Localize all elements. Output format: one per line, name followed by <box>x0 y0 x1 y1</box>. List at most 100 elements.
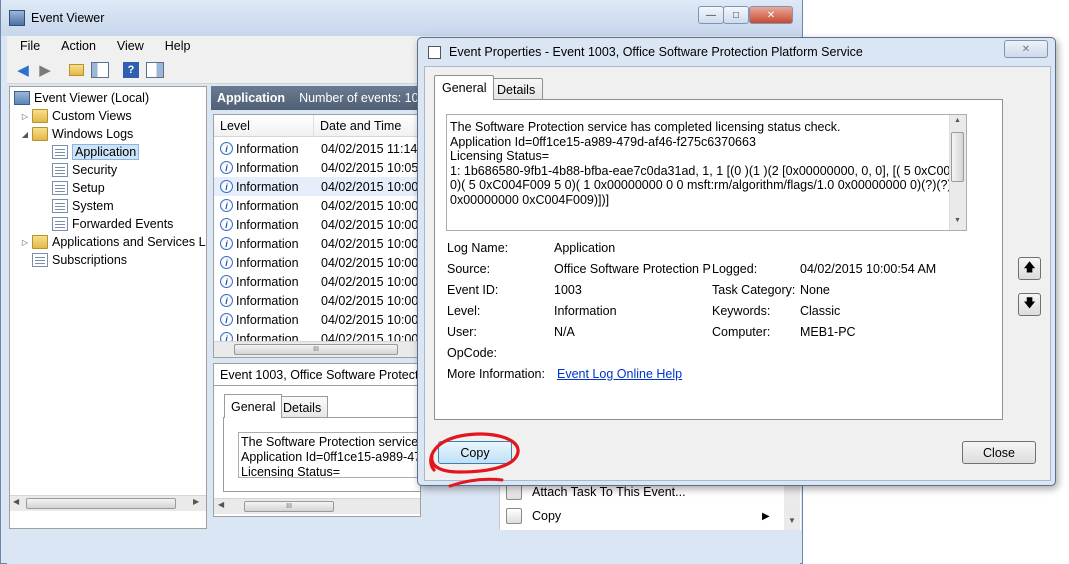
log-icon <box>52 181 68 195</box>
table-row[interactable]: i Information 04/02/2015 10:00:0 <box>214 291 420 310</box>
scroll-up-arrow-icon[interactable]: ▲ <box>954 117 961 124</box>
logged-value: 04/02/2015 10:00:54 AM <box>800 262 937 276</box>
detail-tab-details[interactable]: Details <box>276 396 329 418</box>
level-label: Level: <box>447 304 481 318</box>
menu-action[interactable]: Action <box>48 39 104 53</box>
arrow-down-icon: 🡇 <box>1023 296 1036 310</box>
table-row[interactable]: i Information 04/02/2015 10:00:5 <box>214 177 421 196</box>
up-folder-icon[interactable] <box>66 60 86 80</box>
collapse-arrow-icon[interactable]: ◢ <box>20 130 30 139</box>
row-date: 04/02/2015 10:00:0 <box>321 236 421 251</box>
scroll-thumb[interactable]: III <box>234 344 398 355</box>
more-info-label: More Information: <box>447 367 545 381</box>
event-description-box[interactable]: The Software Protection service has comp… <box>446 114 967 231</box>
scroll-right-arrow-icon[interactable]: ▶ <box>193 497 199 506</box>
description-line: 0)( 5 0xC004F009 5 0)( 1 0x00000000 0 0 … <box>450 178 967 192</box>
close-dialog-button[interactable]: Close <box>962 441 1036 464</box>
next-event-button[interactable]: 🡇 <box>1018 293 1041 316</box>
information-icon: i <box>220 313 233 326</box>
dialog-tab-general[interactable]: General <box>434 75 495 100</box>
scroll-thumb[interactable] <box>26 498 176 509</box>
forward-arrow-icon[interactable]: ▶ <box>35 60 55 80</box>
tree-item-label: Setup <box>72 181 105 195</box>
show-action-pane-icon[interactable] <box>145 60 165 80</box>
scroll-thumb[interactable] <box>951 132 964 182</box>
minimize-button[interactable]: — <box>698 6 724 24</box>
dialog-tab-details[interactable]: Details <box>489 78 544 100</box>
expand-arrow-icon[interactable]: ▷ <box>20 238 30 247</box>
detail-tab-general[interactable]: General <box>224 394 283 418</box>
event-viewer-titlebar[interactable]: Event Viewer — □ ✕ <box>1 0 802 36</box>
table-row[interactable]: i Information 04/02/2015 10:00:0 <box>214 272 420 291</box>
event-log-online-help-link[interactable]: Event Log Online Help <box>557 367 682 381</box>
show-hide-tree-icon[interactable] <box>90 60 110 80</box>
row-date: 04/02/2015 10:00:0 <box>321 255 421 270</box>
tree-item-security[interactable]: Security <box>52 161 117 179</box>
row-date: 04/02/2015 10:00:5 <box>321 179 421 194</box>
scroll-left-arrow-icon[interactable]: ◀ <box>13 497 19 506</box>
tree-item-system[interactable]: System <box>52 197 114 215</box>
event-list-horizontal-scrollbar[interactable]: III <box>214 341 420 357</box>
log-icon <box>52 217 68 231</box>
tree-item-application[interactable]: Application <box>52 143 140 161</box>
tree-item-custom-views[interactable]: ▷ Custom Views <box>20 107 132 125</box>
log-name-label: Log Name: <box>447 241 509 255</box>
scroll-down-arrow-icon[interactable]: ▼ <box>954 217 961 224</box>
action-copy[interactable]: Copy ▶ <box>500 505 780 527</box>
maximize-button[interactable]: □ <box>723 6 749 24</box>
user-value: N/A <box>554 325 575 339</box>
computer-value: MEB1-PC <box>800 325 856 339</box>
event-description: The Software Protection service has comp… <box>450 120 967 207</box>
menu-file[interactable]: File <box>7 39 48 53</box>
scroll-left-arrow-icon[interactable]: ◀ <box>218 500 224 509</box>
back-arrow-icon[interactable]: ◀ <box>13 60 33 80</box>
information-icon: i <box>220 142 233 155</box>
description-line: Licensing Status= <box>450 149 550 163</box>
help-icon[interactable]: ? <box>121 60 141 80</box>
expand-arrow-icon[interactable]: ▷ <box>20 112 30 121</box>
menu-view[interactable]: View <box>104 39 152 53</box>
table-row[interactable]: i Information 04/02/2015 10:00:5 <box>214 215 421 234</box>
table-row[interactable]: i Information 04/02/2015 10:00:5 <box>214 196 420 215</box>
scroll-down-arrow-icon[interactable]: ▼ <box>788 516 796 525</box>
menu-help[interactable]: Help <box>152 39 199 53</box>
copy-button[interactable]: Copy <box>438 441 512 464</box>
row-level: Information <box>236 179 299 194</box>
column-header-date[interactable]: Date and Time <box>314 115 420 137</box>
table-row[interactable]: i Information 04/02/2015 10:00:0 <box>214 234 421 253</box>
computer-label: Computer: <box>712 325 771 339</box>
table-row[interactable]: i Information 04/02/2015 10:00:0 <box>214 253 421 272</box>
table-row[interactable]: i Information 04/02/2015 10:05:5 <box>214 158 420 177</box>
tree-horizontal-scrollbar[interactable]: ◀ ▶ <box>10 495 206 511</box>
event-id-value: 1003 <box>554 283 582 297</box>
scroll-thumb[interactable]: III <box>244 501 334 512</box>
dialog-titlebar[interactable]: Event Properties - Event 1003, Office So… <box>418 38 1055 66</box>
tree-item-apps-services[interactable]: ▷ Applications and Services Lo <box>20 233 206 251</box>
description-vertical-scrollbar[interactable]: ▲ ▼ <box>949 115 966 230</box>
actions-vertical-scrollbar[interactable]: ▼ <box>784 480 800 530</box>
row-date: 04/02/2015 10:00:5 <box>321 217 421 232</box>
dialog-close-button[interactable]: ✕ <box>1004 40 1048 58</box>
tree-item-forwarded-events[interactable]: Forwarded Events <box>52 215 173 233</box>
column-header-level[interactable]: Level <box>214 115 314 137</box>
row-level: Information <box>236 141 299 156</box>
tree-item-setup[interactable]: Setup <box>52 179 105 197</box>
table-row[interactable]: i Information 04/02/2015 11:14:2 <box>214 139 421 158</box>
dialog-title: Event Properties - Event 1003, Office So… <box>449 45 863 59</box>
tree-item-label: Application <box>72 144 140 160</box>
row-level: Information <box>236 255 299 270</box>
row-date: 04/02/2015 11:14:2 <box>321 141 421 156</box>
dialog-icon <box>428 45 441 59</box>
event-id-label: Event ID: <box>447 283 499 297</box>
tree-item-windows-logs[interactable]: ◢ Windows Logs <box>20 125 133 143</box>
tree-item-subscriptions[interactable]: Subscriptions <box>32 251 127 269</box>
log-icon <box>52 145 68 159</box>
log-icon <box>52 199 68 213</box>
description-line: 0x00000000 0xC004F009)])] <box>450 192 610 207</box>
tree-item-root[interactable]: Event Viewer (Local) <box>14 89 149 107</box>
previous-event-button[interactable]: 🡅 <box>1018 257 1041 280</box>
detail-horizontal-scrollbar[interactable]: ◀ III <box>214 498 420 514</box>
close-button[interactable]: ✕ <box>749 6 793 24</box>
table-row[interactable]: i Information 04/02/2015 10:00:0 <box>214 310 420 329</box>
logged-label: Logged: <box>712 262 758 276</box>
